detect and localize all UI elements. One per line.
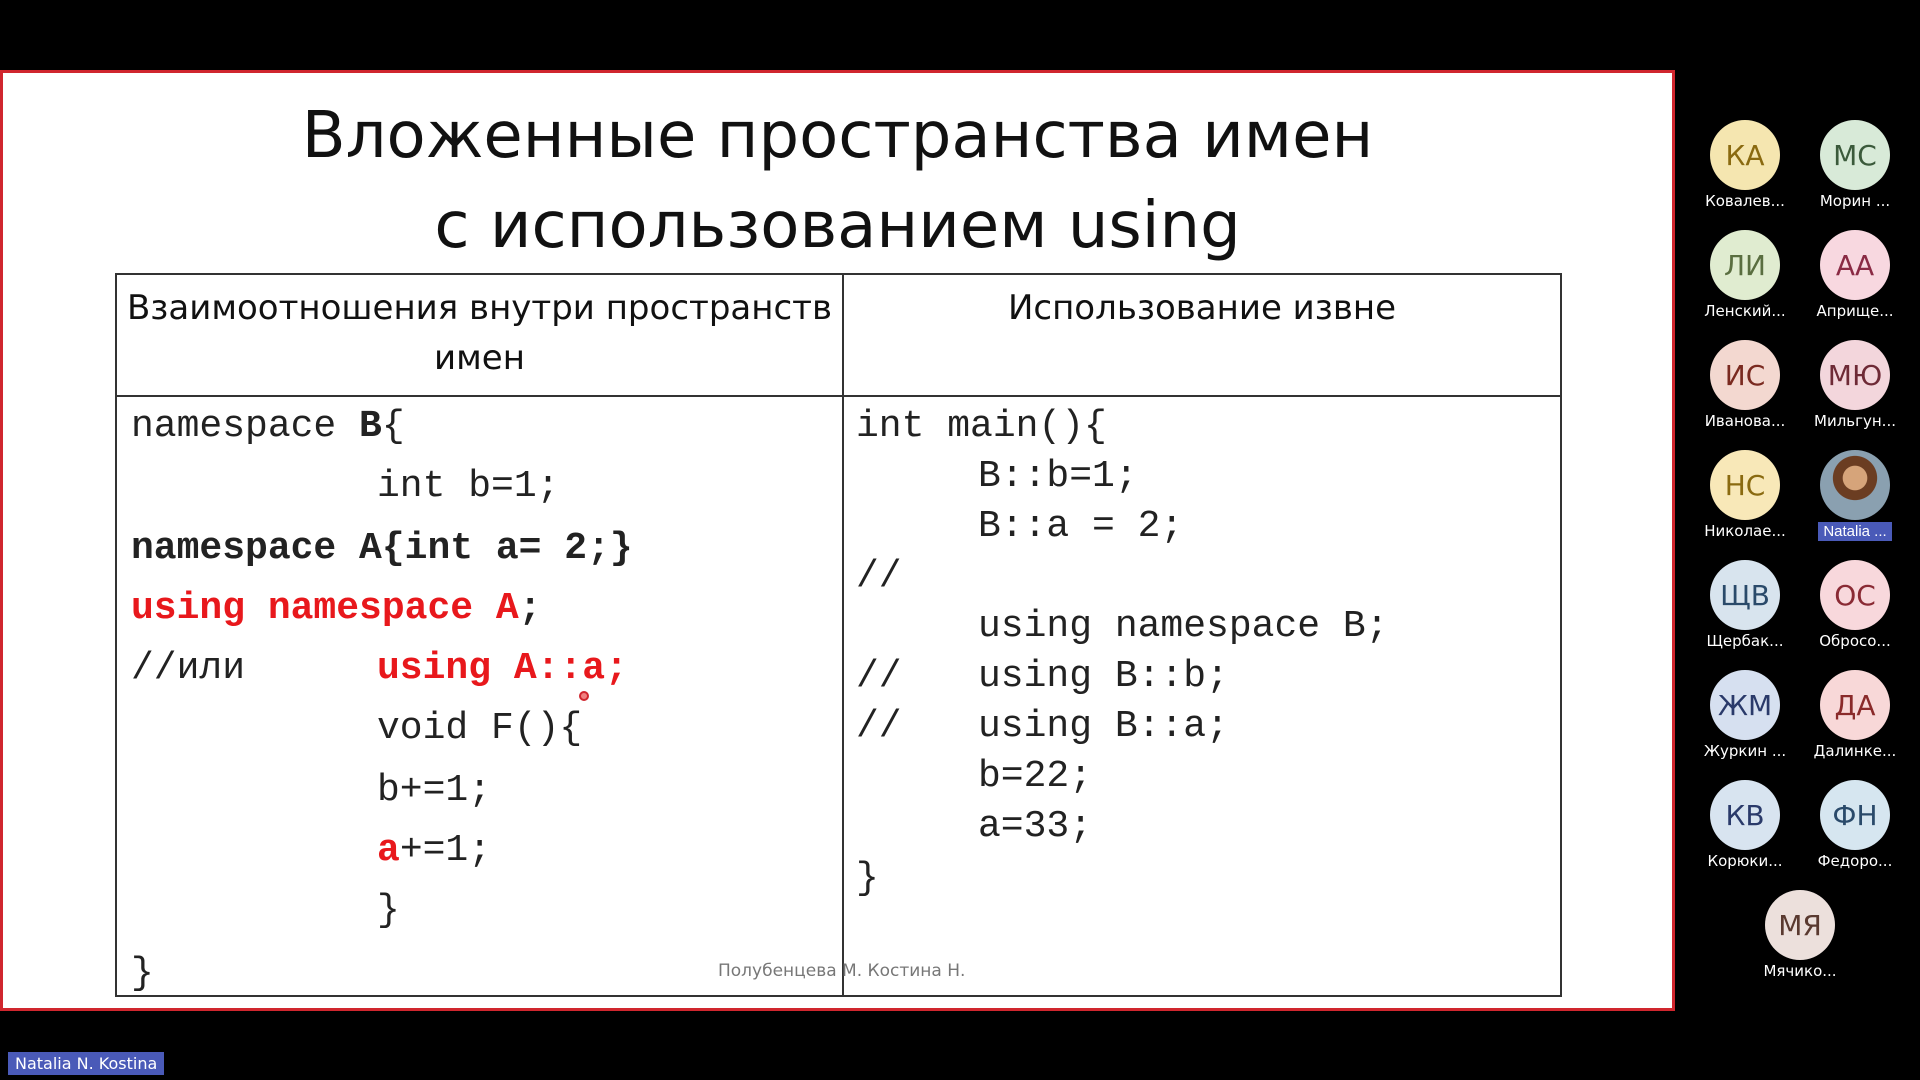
participant-tile[interactable]: АА Априще...: [1800, 230, 1910, 320]
avatar: ЩВ: [1710, 560, 1780, 630]
code-line: b+=1;: [377, 769, 492, 812]
code-token: namespace: [131, 405, 360, 448]
participant-tile[interactable]: ЖМ Журкин ...: [1690, 670, 1800, 760]
code-line: using namespace B;: [978, 605, 1389, 648]
slide-title: Вложенные пространства имен с использова…: [3, 91, 1672, 271]
participant-name: Корюки...: [1707, 852, 1783, 870]
right-code-cell: int main(){ B::b=1; B::a = 2; // using n…: [842, 395, 1562, 997]
code-token: using namespace A: [131, 587, 519, 630]
participant-name: Ленский...: [1704, 302, 1786, 320]
avatar: НС: [1710, 450, 1780, 520]
avatar: АА: [1820, 230, 1890, 300]
avatar: КВ: [1710, 780, 1780, 850]
code-line: //: [856, 655, 902, 698]
avatar: ОС: [1820, 560, 1890, 630]
code-line: B::b=1;: [978, 455, 1138, 498]
avatar: ЖМ: [1710, 670, 1780, 740]
code-line: using B::a;: [978, 705, 1229, 748]
code-token: +=1;: [399, 829, 492, 872]
participant-name: Natalia ...: [1818, 522, 1892, 541]
participant-tile[interactable]: ЛИ Ленский...: [1690, 230, 1800, 320]
participant-name: Мячико...: [1763, 962, 1837, 980]
code-line: }: [377, 889, 400, 932]
participant-name: Журкин ...: [1703, 742, 1787, 760]
code-line: using namespace A;: [131, 587, 541, 630]
title-line-1: Вложенные пространства имен: [301, 99, 1374, 173]
participant-name: Иванова...: [1704, 412, 1786, 430]
participant-tile[interactable]: МЯ Мячико...: [1745, 890, 1855, 980]
participant-name: Мильгун...: [1814, 412, 1896, 430]
title-line-2: с использованием using: [434, 189, 1241, 263]
avatar: МЯ: [1765, 890, 1835, 960]
presenter-name-tag: Natalia N. Kostina: [8, 1052, 165, 1075]
avatar: ДА: [1820, 670, 1890, 740]
code-token: a: [377, 829, 400, 872]
avatar-photo: [1820, 450, 1890, 520]
code-line: using B::b;: [978, 655, 1229, 698]
participant-name: Николае...: [1704, 522, 1786, 540]
code-token: {: [381, 405, 405, 448]
participant-tile[interactable]: МС Морин ...: [1800, 120, 1910, 210]
participant-tile[interactable]: ЩВ Щербак...: [1690, 560, 1800, 650]
participant-name: Далинке...: [1813, 742, 1897, 760]
participant-name: Федоро...: [1817, 852, 1893, 870]
code-line: B::a = 2;: [978, 505, 1184, 548]
participant-tile[interactable]: ФН Федоро...: [1800, 780, 1910, 870]
participant-tile[interactable]: КВ Корюки...: [1690, 780, 1800, 870]
laser-pointer-icon: [579, 691, 589, 701]
code-line: //или: [131, 647, 246, 690]
participants-panel: КА Ковалев... МС Морин ... ЛИ Ленский...…: [1690, 110, 1920, 1010]
code-token: B: [359, 405, 382, 448]
avatar: МЮ: [1820, 340, 1890, 410]
code-line: a=33;: [978, 805, 1093, 848]
avatar: ФН: [1820, 780, 1890, 850]
participant-name: Априще...: [1816, 302, 1894, 320]
participant-name: Обросо...: [1819, 632, 1891, 650]
code-line: int b=1;: [377, 465, 560, 508]
participant-tile[interactable]: МЮ Мильгун...: [1800, 340, 1910, 430]
code-token: ;: [518, 587, 542, 630]
code-line: void F(){: [377, 707, 583, 750]
code-line: }: [856, 857, 879, 900]
participant-name: Морин ...: [1819, 192, 1891, 210]
participant-tile[interactable]: ИС Иванова...: [1690, 340, 1800, 430]
left-code-cell: namespace B{ int b=1; namespace A{int a=…: [115, 395, 844, 997]
code-line: a+=1;: [377, 829, 491, 872]
avatar: КА: [1710, 120, 1780, 190]
slide-footer-authors: Полубенцева М. Костина Н.: [718, 961, 966, 981]
code-comparison-table: Взаимоотношения внутри пространств имен …: [115, 273, 1562, 997]
participant-tile[interactable]: НС Николае...: [1690, 450, 1800, 540]
shared-slide: Вложенные пространства имен с использова…: [0, 70, 1675, 1011]
right-column-header: Использование извне: [842, 273, 1562, 397]
code-line: b=22;: [978, 755, 1093, 798]
code-line: namespace B{: [131, 405, 405, 448]
participant-tile[interactable]: КА Ковалев...: [1690, 120, 1800, 210]
code-line: using A::a;: [377, 647, 628, 690]
avatar: ЛИ: [1710, 230, 1780, 300]
participant-tile[interactable]: ДА Далинке...: [1800, 670, 1910, 760]
code-line: int main(){: [856, 405, 1107, 448]
participant-name: Щербак...: [1706, 632, 1784, 650]
avatar: ИС: [1710, 340, 1780, 410]
participant-name: Ковалев...: [1705, 192, 1785, 210]
code-line: }: [131, 952, 154, 995]
code-line: namespace A{int a= 2;}: [131, 527, 633, 570]
code-line: //: [856, 705, 902, 748]
participant-tile-self[interactable]: Natalia ...: [1800, 450, 1910, 541]
avatar: МС: [1820, 120, 1890, 190]
participant-tile[interactable]: ОС Обросо...: [1800, 560, 1910, 650]
left-column-header: Взаимоотношения внутри пространств имен: [115, 273, 844, 397]
code-line: //: [856, 555, 902, 598]
